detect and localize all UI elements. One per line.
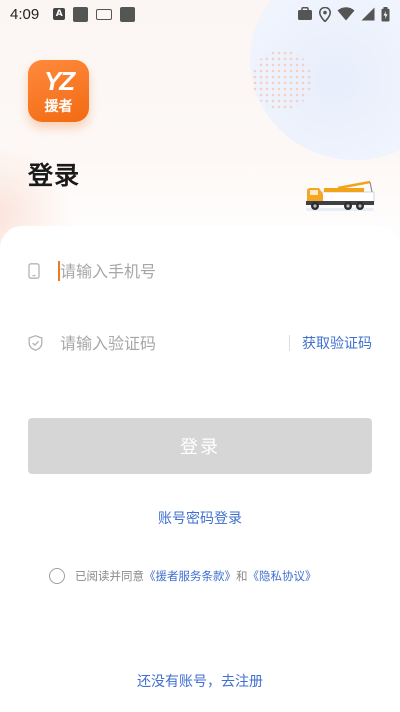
keyboard-icon — [96, 8, 113, 20]
login-card: 获取验证码 登录 账号密码登录 已阅读并同意 《援者服务条款》 和 《隐私协议》… — [0, 226, 400, 712]
status-time: 4:09 — [10, 5, 40, 23]
phone-input[interactable] — [60, 261, 372, 281]
agreement-checkbox[interactable] — [49, 568, 65, 584]
location-icon — [319, 6, 331, 22]
decor-dots — [252, 50, 312, 110]
briefcase-icon — [298, 7, 312, 20]
agreement-prefix: 已阅读并同意 — [75, 569, 144, 583]
shield-icon — [28, 332, 52, 354]
wifi-icon — [337, 7, 355, 21]
page-title: 登录 — [28, 161, 81, 190]
code-field-row: 获取验证码 — [28, 328, 372, 358]
agreement-and: 和 — [236, 569, 248, 583]
privacy-link[interactable]: 《隐私协议》 — [248, 568, 317, 584]
password-login-link[interactable]: 账号密码登录 — [0, 508, 400, 528]
phone-icon — [28, 260, 52, 282]
field-divider — [289, 335, 290, 351]
logo-mark: YZ — [43, 66, 75, 96]
tow-truck-illustration — [306, 180, 375, 211]
a-icon: A — [53, 8, 66, 20]
battery-icon — [381, 6, 390, 21]
signal-icon — [361, 7, 375, 21]
app-logo: YZ 援者 — [28, 60, 89, 122]
text-caret — [58, 261, 60, 281]
status-bar: 4:09 A — [0, 0, 400, 28]
square-icon — [120, 6, 136, 22]
hero-background — [0, 0, 400, 260]
agreement-row: 已阅读并同意 《援者服务条款》 和 《隐私协议》 — [49, 568, 317, 584]
get-code-button[interactable]: 获取验证码 — [302, 333, 372, 353]
verification-code-input[interactable] — [60, 333, 289, 353]
login-button[interactable]: 登录 — [28, 418, 372, 474]
phone-field-row — [28, 256, 372, 286]
logo-text: 援者 — [44, 99, 73, 115]
square-icon — [73, 6, 89, 22]
terms-link[interactable]: 《援者服务条款》 — [144, 568, 236, 584]
register-link[interactable]: 还没有账号，去注册 — [0, 671, 400, 691]
